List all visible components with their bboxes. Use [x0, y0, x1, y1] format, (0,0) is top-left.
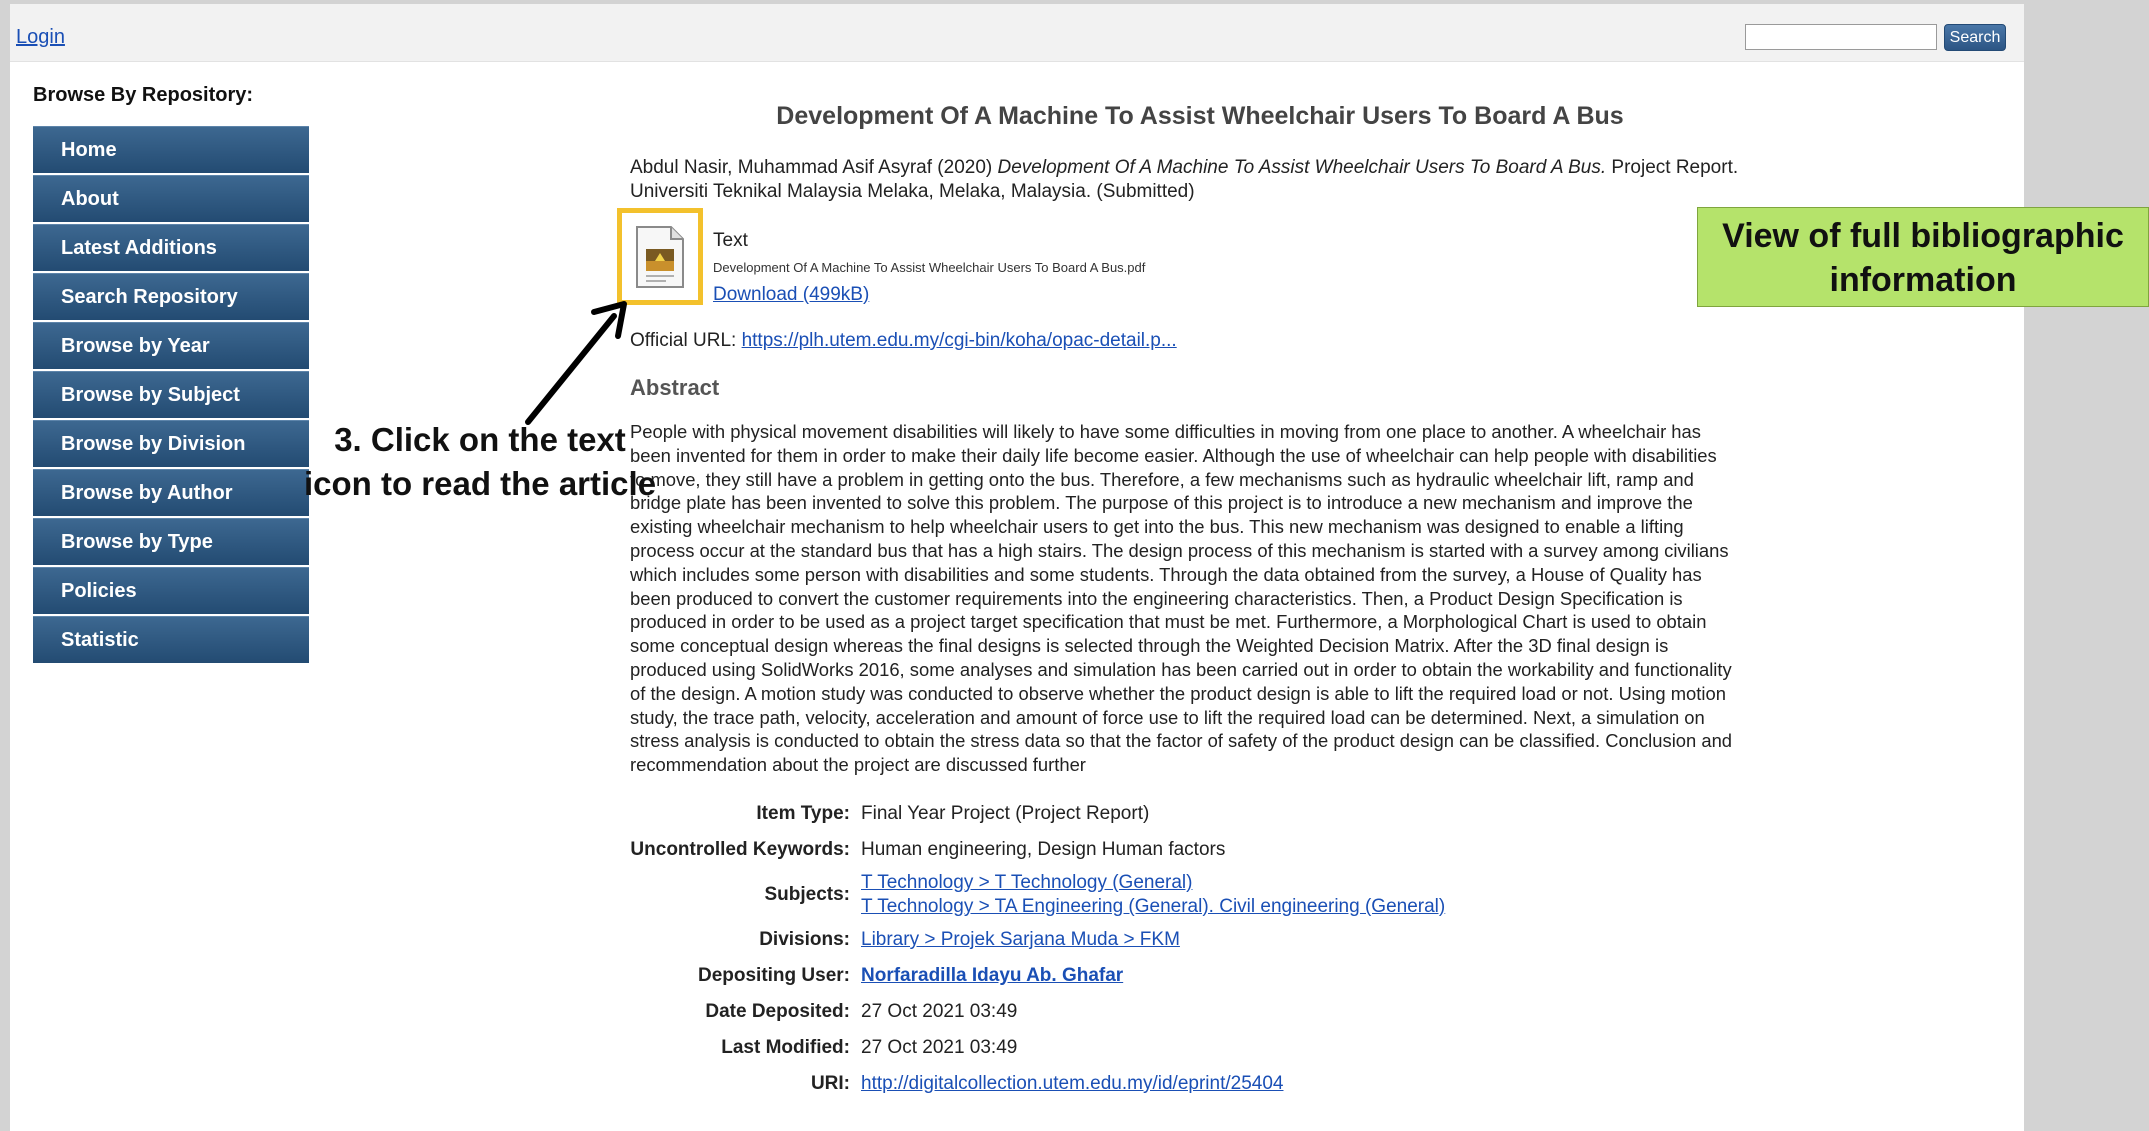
sidebar-item-latest-additions[interactable]: Latest Additions	[33, 224, 309, 271]
metadata-row: Divisions: Library > Projek Sarjana Muda…	[630, 922, 1445, 958]
item-type-label: Item Type:	[756, 803, 850, 824]
article-title: Development Of A Machine To Assist Wheel…	[776, 102, 1624, 130]
instruction-annotation: 3. Click on the text icon to read the ar…	[303, 421, 657, 502]
subjects-value: T Technology > T Technology (General) T …	[861, 868, 1445, 922]
division-link[interactable]: Library > Projek Sarjana Muda > FKM	[861, 929, 1180, 950]
bibliographic-callout: View of full bibliographic information	[1697, 207, 2149, 307]
subject-link[interactable]: T Technology > T Technology (General)	[861, 871, 1445, 895]
citation-title: Development Of A Machine To Assist Wheel…	[997, 157, 1607, 178]
last-modified-label: Last Modified:	[721, 1037, 850, 1058]
sidebar-item-about[interactable]: About	[33, 175, 309, 222]
search-input[interactable]	[1745, 24, 1937, 50]
sidebar-item-browse-by-type[interactable]: Browse by Type	[33, 518, 309, 565]
download-link[interactable]: Download (499kB)	[713, 284, 869, 306]
depositing-user-label: Depositing User:	[697, 965, 850, 986]
sidebar-item-search-repository[interactable]: Search Repository	[33, 273, 309, 320]
sidebar-item-policies[interactable]: Policies	[33, 567, 309, 614]
sidebar-item-browse-by-subject[interactable]: Browse by Subject	[33, 371, 309, 418]
pointer-arrow-icon	[525, 301, 627, 425]
date-deposited-label: Date Deposited:	[705, 1001, 850, 1022]
metadata-row: Depositing User: Norfaradilla Idayu Ab. …	[630, 958, 1445, 994]
official-url-row: Official URL: https://plh.utem.edu.my/cg…	[630, 330, 1177, 352]
sidebar-menu: Home About Latest Additions Search Repos…	[33, 126, 309, 665]
last-modified-value: 27 Oct 2021 03:49	[861, 1037, 1018, 1058]
search-button[interactable]: Search	[1944, 24, 2006, 51]
abstract-heading: Abstract	[630, 375, 720, 400]
citation: Abdul Nasir, Muhammad Asif Asyraf (2020)…	[630, 156, 1770, 204]
document-type: Text	[713, 230, 748, 251]
sidebar-item-home[interactable]: Home	[33, 126, 309, 173]
metadata-row: Last Modified: 27 Oct 2021 03:49	[630, 1030, 1445, 1066]
uri-value: http://digitalcollection.utem.edu.my/id/…	[861, 1066, 1445, 1102]
document-icon[interactable]	[633, 225, 687, 289]
item-type-value: Final Year Project (Project Report)	[861, 803, 1150, 824]
official-url-label: Official URL:	[630, 330, 737, 351]
citation-authors: Abdul Nasir, Muhammad Asif Asyraf (2020)	[630, 157, 993, 178]
subject-link[interactable]: T Technology > TA Engineering (General).…	[861, 895, 1445, 919]
metadata-table: Item Type: Final Year Project (Project R…	[630, 796, 1445, 1102]
top-bar: Login Search	[10, 4, 2024, 62]
divisions-value: Library > Projek Sarjana Muda > FKM	[861, 922, 1445, 958]
sidebar-item-statistic[interactable]: Statistic	[33, 616, 309, 663]
uri-label: URI:	[810, 1073, 850, 1094]
depositing-user-link[interactable]: Norfaradilla Idayu Ab. Ghafar	[861, 965, 1123, 986]
metadata-row: Uncontrolled Keywords: Human engineering…	[630, 832, 1445, 868]
keywords-value: Human engineering, Design Human factors	[861, 839, 1226, 860]
depositing-user-value: Norfaradilla Idayu Ab. Ghafar	[861, 958, 1445, 994]
document-filename: Development Of A Machine To Assist Wheel…	[713, 260, 1146, 275]
sidebar-item-browse-by-author[interactable]: Browse by Author	[33, 469, 309, 516]
subjects-label: Subjects:	[764, 884, 850, 905]
official-url-link[interactable]: https://plh.utem.edu.my/cgi-bin/koha/opa…	[742, 330, 1177, 351]
login-link[interactable]: Login	[16, 26, 65, 49]
abstract-text: People with physical movement disabiliti…	[630, 421, 1733, 776]
date-deposited-value: 27 Oct 2021 03:49	[861, 1001, 1018, 1022]
metadata-row: Date Deposited: 27 Oct 2021 03:49	[630, 994, 1445, 1030]
metadata-row: URI: http://digitalcollection.utem.edu.m…	[630, 1066, 1445, 1102]
keywords-label: Uncontrolled Keywords:	[630, 839, 850, 860]
metadata-row: Subjects: T Technology > T Technology (G…	[630, 868, 1445, 922]
divisions-label: Divisions:	[759, 929, 850, 950]
sidebar-title: Browse By Repository:	[33, 84, 254, 106]
sidebar-item-browse-by-year[interactable]: Browse by Year	[33, 322, 309, 369]
metadata-row: Item Type: Final Year Project (Project R…	[630, 796, 1445, 832]
sidebar-item-browse-by-division[interactable]: Browse by Division	[33, 420, 309, 467]
repository-page: Login Search Browse By Repository: Home …	[10, 4, 2024, 1131]
uri-link[interactable]: http://digitalcollection.utem.edu.my/id/…	[861, 1073, 1283, 1094]
